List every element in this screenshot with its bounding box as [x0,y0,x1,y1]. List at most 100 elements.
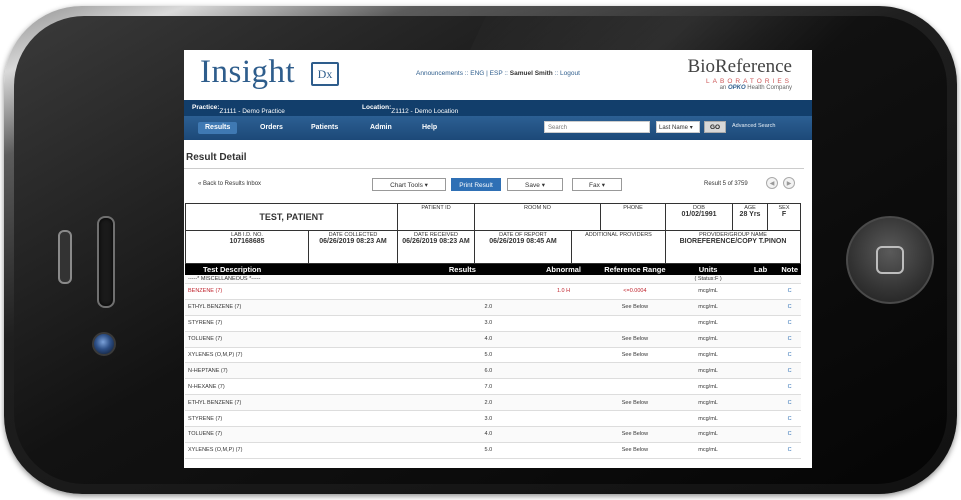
sex-value: F [781,211,787,218]
table-row[interactable]: TOLUENE (7) 4.0 See Below mcg/mL C [185,331,801,348]
section-row: -----* MISCELLANEOUS *----- ( Status:F ) [185,275,801,284]
cell-units: mcg/mL [673,394,743,412]
providers-label: ADDITIONAL PROVIDERS [585,232,652,238]
result-toolbar: « Back to Results Inbox Chart Tools ▾ Pr… [184,176,804,192]
age-value: 28 Yrs [739,211,761,218]
table-row[interactable]: BENZENE (7) 1.0 H <=0.0004 mcg/mL C [185,283,801,300]
cell-test-description: N-HEXANE (7) [185,378,446,396]
cell-note[interactable]: C [778,378,801,396]
fax-label: Fax [589,182,600,189]
cell-note[interactable]: C [778,394,801,412]
section-spacer [742,275,779,284]
report-cell: DATE OF REPORT 06/26/2019 08:45 AM [474,230,572,264]
chevron-right-icon[interactable]: ▶ [783,177,795,189]
cell-test-description: STYRENE (7) [185,315,446,332]
patient-id-label: PATIENT ID [421,205,451,211]
results-body: -----* MISCELLANEOUS *----- ( Status:F )… [185,275,801,459]
cell-test-description: XYLENES (O,M,P) (7) [185,347,446,364]
cell-note[interactable]: C [778,410,801,428]
chevron-left-icon[interactable]: ◀ [766,177,778,189]
cell-abnormal [530,347,597,364]
cell-lab [742,299,779,316]
volume-slot [58,230,72,284]
cell-reference-range [596,378,674,396]
col-abnormal: Abnormal [530,264,597,275]
col-lab: Lab [742,264,779,275]
cell-note[interactable]: C [778,331,801,348]
section-status: ( Status:F ) [673,275,743,284]
cell-reference-range: See Below [596,426,674,443]
save-label: Save [525,182,540,189]
table-row[interactable]: N-HEPTANE (7) 6.0 mcg/mL C [185,362,801,380]
speaker-grille [97,216,115,308]
phone-cell: PHONE [600,203,666,231]
table-row[interactable]: XYLENES (O,M,P) (7) 5.0 See Below mcg/mL C [185,347,801,364]
cell-note[interactable]: C [778,347,801,364]
cell-lab [742,362,779,380]
cell-result: 6.0 [445,362,531,380]
cell-units: mcg/mL [673,347,743,364]
results-table: Test Description Results Abnormal Refere… [185,264,801,459]
table-row[interactable]: XYLENES (O,M,P) (7) 5.0 See Below mcg/mL C [185,442,801,459]
patient-id-cell: PATIENT ID [397,203,475,231]
cell-result: 5.0 [445,442,531,459]
fax-button[interactable]: Fax ▾ [572,178,622,191]
cell-units: mcg/mL [673,426,743,443]
cell-abnormal [530,362,597,380]
patient-header: TEST, PATIENT PATIENT ID ROOM NO PHONE D… [185,203,801,264]
dob-value: 01/02/1991 [681,211,717,218]
chart-tools-button[interactable]: Chart Tools ▾ [372,178,446,191]
cell-lab [742,426,779,443]
cell-result: 2.0 [445,394,531,412]
cell-reference-range: See Below [596,299,674,316]
provider-group-value: BIOREFERENCE/COPY T.PINON [679,238,787,245]
cell-note[interactable]: C [778,362,801,380]
table-row[interactable]: TOLUENE (7) 4.0 See Below mcg/mL C [185,426,801,443]
cell-reference-range: <=0.0004 [596,283,674,300]
result-area: Result Detail « Back to Results Inbox Ch… [180,44,808,462]
lab-id-cell: LAB I.D. NO. 107168685 [185,230,309,264]
cell-result: 5.0 [445,347,531,364]
cell-note[interactable]: C [778,283,801,300]
received-value: 06/26/2019 08:23 AM [402,238,470,245]
cell-result: 3.0 [445,315,531,332]
table-row[interactable]: ETHYL BENZENE (7) 2.0 See Below mcg/mL C [185,299,801,316]
cell-test-description: XYLENES (O,M,P) (7) [185,442,446,459]
lab-id-value: 107168685 [229,238,265,245]
caret-down-icon: ▾ [424,182,428,189]
section-title: -----* MISCELLANEOUS *----- [185,275,446,284]
cell-lab [742,378,779,396]
cell-result [445,283,531,300]
chart-tools-label: Chart Tools [390,182,423,189]
home-button[interactable] [846,216,934,304]
cell-result: 2.0 [445,299,531,316]
print-result-button[interactable]: Print Result [451,178,501,191]
cell-lab [742,410,779,428]
cell-abnormal [530,315,597,332]
cell-note[interactable]: C [778,315,801,332]
cell-reference-range: See Below [596,394,674,412]
cell-test-description: TOLUENE (7) [185,331,446,348]
cell-note[interactable]: C [778,426,801,443]
table-row[interactable]: ETHYL BENZENE (7) 2.0 See Below mcg/mL C [185,394,801,412]
table-row[interactable]: STYRENE (7) 3.0 mcg/mL C [185,315,801,332]
room-cell: ROOM NO [474,203,601,231]
cell-result: 7.0 [445,378,531,396]
cell-note[interactable]: C [778,299,801,316]
save-button[interactable]: Save ▾ [507,178,563,191]
section-spacer [445,275,531,284]
table-row[interactable]: N-HEXANE (7) 7.0 mcg/mL C [185,378,801,396]
cell-abnormal [530,331,597,348]
table-row[interactable]: STYRENE (7) 3.0 mcg/mL C [185,410,801,428]
section-spacer [530,275,597,284]
result-counter: Result 5 of 3759 [704,181,748,187]
cell-reference-range: See Below [596,347,674,364]
section-spacer [596,275,674,284]
cell-result: 4.0 [445,426,531,443]
cell-abnormal [530,299,597,316]
cell-units: mcg/mL [673,315,743,332]
back-to-inbox-link[interactable]: « Back to Results Inbox [198,181,261,187]
cell-note[interactable]: C [778,442,801,459]
cell-reference-range: See Below [596,442,674,459]
cell-units: mcg/mL [673,362,743,380]
